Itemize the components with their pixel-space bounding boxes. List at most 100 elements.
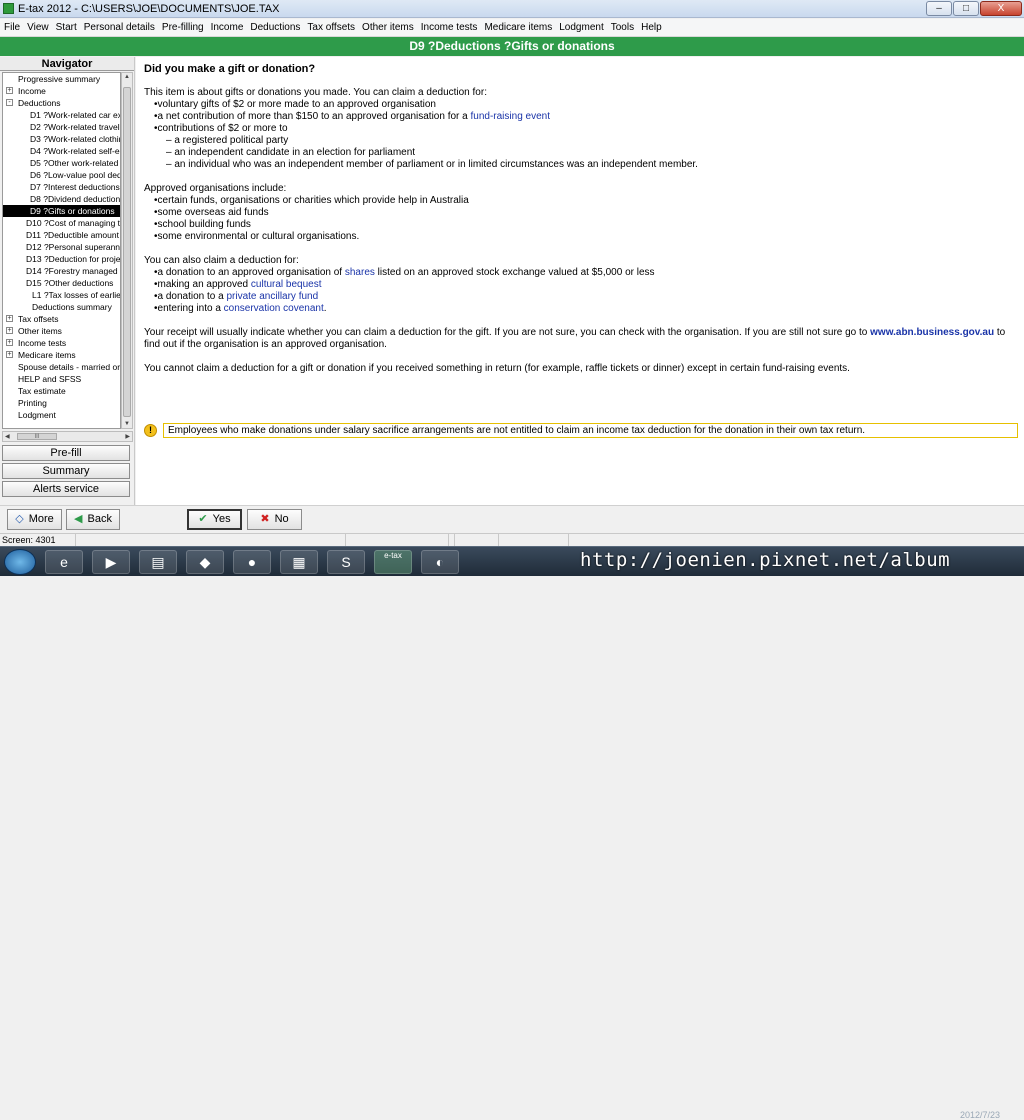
also-claim-heading: You can also claim a deduction for: [144,255,299,266]
nav-item-label: D15 ?Other deductions [26,278,114,288]
nav-item-l1[interactable]: L1 ?Tax losses of earlie [3,289,120,301]
nav-item-spouse-details[interactable]: Spouse details - married or d [3,361,120,373]
intro-text: This item is about gifts or donations yo… [144,87,487,98]
nav-item-d8[interactable]: D8 ?Dividend deductions [3,193,120,205]
expand-icon[interactable]: + [6,339,13,346]
minimize-button[interactable]: – [926,1,952,16]
media-player-taskbar-icon[interactable]: ▶ [92,550,130,574]
alerts-service-button[interactable]: Alerts service [2,481,130,497]
window-title: E-tax 2012 - C:\USERS\JOE\DOCUMENTS\JOE.… [18,2,280,15]
menu-view[interactable]: View [27,22,49,33]
menu-lodgment[interactable]: Lodgment [559,22,603,33]
nav-item-d7[interactable]: D7 ?Interest deductions [3,181,120,193]
summary-button[interactable]: Summary [2,463,130,479]
menu-pre-filling[interactable]: Pre-filling [162,22,204,33]
warning-icon: ! [144,424,157,437]
close-button[interactable]: X [980,1,1022,16]
start-orb-icon[interactable] [4,549,36,575]
nav-item-d15[interactable]: D15 ?Other deductions [3,277,120,289]
menu-income[interactable]: Income [211,22,244,33]
menu-other-items[interactable]: Other items [362,22,414,33]
ie-taskbar-icon[interactable]: e [45,550,83,574]
nav-item-d5[interactable]: D5 ?Other work-related e [3,157,120,169]
nav-item-d9-selected[interactable]: D9 ?Gifts or donations [3,205,120,217]
bottom-button-bar: ◇ More ◀ Back ✔ Yes ✖ No [0,505,1024,533]
note-text: Employees who make donations under salar… [163,423,1018,438]
expand-icon[interactable]: + [6,87,13,94]
navigator-horizontal-scrollbar[interactable]: ◀ III ▶ [2,431,133,442]
navigator-tree: Progressive summary + Income - Deductions … [2,72,121,429]
nav-item-d3[interactable]: D3 ?Work-related clothing [3,133,120,145]
chrome-taskbar-icon[interactable]: ● [233,550,271,574]
nav-item-income[interactable]: + Income [3,85,120,97]
nav-item-deductions[interactable]: - Deductions [3,97,120,109]
nav-item-label: D2 ?Work-related travel e [30,122,120,132]
nav-item-medicare-items[interactable]: + Medicare items [3,349,120,361]
nav-item-other-items[interactable]: + Other items [3,325,120,337]
menu-medicare-items[interactable]: Medicare items [484,22,552,33]
nav-item-d10[interactable]: D10 ?Cost of managing ta [3,217,120,229]
scroll-down-icon[interactable]: ▼ [124,421,130,427]
more-button[interactable]: ◇ More [7,509,62,530]
nav-item-d6[interactable]: D6 ?Low-value pool dedu [3,169,120,181]
nav-item-label: Progressive summary [18,74,101,84]
abn-website-link[interactable]: www.abn.business.gov.au [870,327,994,338]
etax-taskbar-icon[interactable]: e-tax [374,550,412,574]
nav-item-d4[interactable]: D4 ?Work-related self-ed [3,145,120,157]
nav-item-label: D1 ?Work-related car exp [30,110,120,120]
nav-item-d2[interactable]: D2 ?Work-related travel e [3,121,120,133]
nav-item-label: Income [18,86,46,96]
paint-taskbar-icon[interactable]: ◐ [421,550,459,574]
horizontal-scroll-thumb[interactable]: III [17,433,57,440]
nav-item-d13[interactable]: D13 ?Deduction for projec [3,253,120,265]
menu-tax-offsets[interactable]: Tax offsets [307,22,355,33]
menu-personal-details[interactable]: Personal details [84,22,155,33]
nav-item-d14[interactable]: D14 ?Forestry managed in [3,265,120,277]
menu-deductions[interactable]: Deductions [250,22,300,33]
nav-item-help-sfss[interactable]: HELP and SFSS [3,373,120,385]
conservation-covenant-link[interactable]: conservation covenant [224,303,324,314]
nav-item-label: Lodgment [18,410,56,420]
nav-item-d12[interactable]: D12 ?Personal superannu [3,241,120,253]
expand-icon[interactable]: + [6,351,13,358]
nav-item-deductions-summary[interactable]: Deductions summary [3,301,120,313]
maximize-button[interactable]: □ [953,1,979,16]
nav-item-tax-estimate[interactable]: Tax estimate [3,385,120,397]
menu-file[interactable]: File [4,22,20,33]
expand-icon[interactable]: + [6,315,13,322]
scroll-left-icon[interactable]: ◀ [5,433,10,440]
scroll-up-icon[interactable]: ▲ [124,74,130,80]
menu-start[interactable]: Start [56,22,77,33]
skype-taskbar-icon[interactable]: S [327,550,365,574]
vertical-scroll-thumb[interactable] [123,87,131,417]
scroll-right-icon[interactable]: ▶ [125,433,130,440]
cultural-bequest-link[interactable]: cultural bequest [251,279,322,290]
prefill-button[interactable]: Pre-fill [2,445,130,461]
yes-button[interactable]: ✔ Yes [187,509,242,530]
nav-item-income-tests[interactable]: + Income tests [3,337,120,349]
nav-item-d1[interactable]: D1 ?Work-related car exp [3,109,120,121]
folder-taskbar-icon[interactable]: ▦ [280,550,318,574]
menu-help[interactable]: Help [641,22,662,33]
app-taskbar-icon[interactable]: ◆ [186,550,224,574]
bullet-ancillary-fund: •a donation to a private ancillary fund [144,291,1016,303]
shares-link[interactable]: shares [345,267,375,278]
menu-tools[interactable]: Tools [611,22,634,33]
nav-item-label: Spouse details - married or d [18,362,120,372]
expand-icon[interactable]: + [6,327,13,334]
nav-item-d11[interactable]: D11 ?Deductible amount o [3,229,120,241]
nav-item-tax-offsets[interactable]: + Tax offsets [3,313,120,325]
explorer-taskbar-icon[interactable]: ▤ [139,550,177,574]
nav-item-lodgment[interactable]: Lodgment [3,409,120,421]
fund-raising-event-link[interactable]: fund-raising event [471,111,551,122]
nav-item-progressive-summary[interactable]: Progressive summary [3,73,120,85]
nav-item-label: Tax estimate [18,386,66,396]
nav-item-printing[interactable]: Printing [3,397,120,409]
menu-bar: File View Start Personal details Pre-fil… [0,19,1024,37]
private-ancillary-fund-link[interactable]: private ancillary fund [226,291,318,302]
menu-income-tests[interactable]: Income tests [421,22,478,33]
collapse-icon[interactable]: - [6,99,13,106]
navigator-vertical-scrollbar[interactable]: ▲ ▼ [121,72,133,429]
no-button[interactable]: ✖ No [247,509,302,530]
back-button[interactable]: ◀ Back [66,509,120,530]
